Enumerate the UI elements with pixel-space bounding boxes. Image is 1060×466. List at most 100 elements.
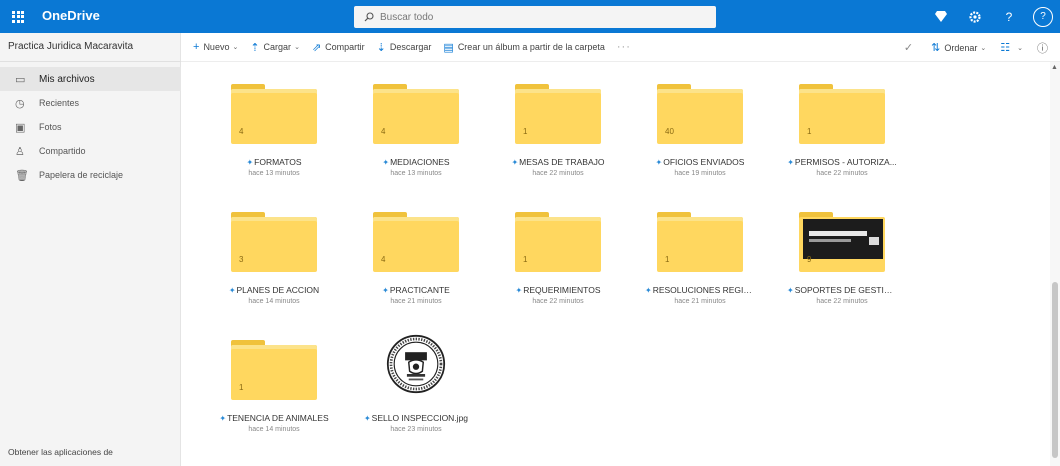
sidebar: Practica Juridica Macaravita ▭ Mis archi… [0, 33, 181, 466]
sort-button[interactable]: ⇅ Ordenar ⌄ [931, 41, 986, 54]
get-apps-link[interactable]: Obtener las aplicaciones de [8, 447, 148, 458]
premium-diamond-button[interactable] [924, 0, 958, 33]
share-label: Compartir [325, 42, 365, 52]
folder-icon: 4 [373, 212, 459, 272]
more-options-button[interactable]: ··· [617, 41, 631, 53]
tile-name[interactable]: ✦RESOLUCIONES REGIST... [645, 285, 755, 295]
search-placeholder: Buscar todo [380, 11, 434, 23]
folder-tile[interactable]: 1 ✦REQUERIMIENTOS hace 22 minutos [503, 212, 613, 312]
info-button[interactable]: ⓘ [1037, 40, 1052, 56]
folder-icon: 4 [373, 84, 459, 144]
share-button[interactable]: ⇗ Compartir [312, 41, 365, 54]
new-sparkle-icon: ✦ [645, 286, 652, 295]
folder-tile[interactable]: 9 ✦SOPORTES DE GESTION... hace 22 minuto… [787, 212, 897, 312]
app-launcher-button[interactable] [0, 0, 36, 33]
sidebar-item-label: Recientes [39, 98, 80, 108]
tile-name[interactable]: ✦REQUERIMIENTOS [503, 285, 613, 295]
avatar: ? [1033, 6, 1053, 27]
tile-modified-time: hace 22 minutos [816, 298, 868, 305]
tile-modified-time: hace 14 minutos [248, 298, 300, 305]
sidebar-item-photos[interactable]: ▣ Fotos [0, 115, 181, 139]
folder-tile[interactable]: 4 ✦FORMATOS hace 13 minutos [219, 84, 329, 184]
folder-tile[interactable]: 4 ✦MEDIACIONES hace 13 minutos [361, 84, 471, 184]
sidebar-item-recent[interactable]: ◷ Recientes [0, 91, 181, 115]
checkmark-icon: ✓ [903, 42, 914, 54]
item-count: 4 [381, 127, 386, 136]
chevron-down-icon: ⌄ [232, 44, 239, 51]
tile-modified-time: hace 22 minutos [532, 170, 584, 177]
folder-icon: 3 [231, 212, 317, 272]
divider [0, 61, 181, 62]
folder-tile[interactable]: 1 ✦MESAS DE TRABAJO hace 22 minutos [503, 84, 613, 184]
account-button[interactable]: ? [1026, 0, 1060, 33]
sidebar-item-label: Fotos [39, 122, 62, 132]
folder-tile[interactable]: 4 ✦PRACTICANTE hace 21 minutos [361, 212, 471, 312]
scroll-up-icon[interactable]: ▲ [1051, 64, 1058, 71]
info-icon: ⓘ [1037, 42, 1048, 55]
new-sparkle-icon: ✦ [787, 158, 794, 167]
tile-name[interactable]: ✦SELLO INSPECCION.jpg [361, 413, 471, 423]
create-album-button[interactable]: ▤ Crear un álbum a partir de la carpeta [443, 41, 604, 54]
download-button[interactable]: ⇣ Descargar [377, 41, 432, 54]
settings-button[interactable] [958, 0, 992, 33]
tile-name[interactable]: ✦OFICIOS ENVIADOS [645, 157, 755, 167]
sidebar-item-shared[interactable]: ♙ Compartido [0, 139, 181, 163]
new-sparkle-icon: ✦ [219, 414, 227, 423]
people-icon: ♙ [15, 145, 25, 158]
folder-tile[interactable]: 3 ✦PLANES DE ACCION hace 14 minutos [219, 212, 329, 312]
tile-name[interactable]: ✦MEDIACIONES [361, 157, 471, 167]
tile-name[interactable]: ✦PRACTICANTE [361, 285, 471, 295]
new-sparkle-icon: ✦ [515, 286, 523, 295]
item-count: 1 [523, 127, 528, 136]
tile-name[interactable]: ✦TENENCIA DE ANIMALES [219, 413, 329, 423]
clock-icon: ◷ [15, 97, 25, 110]
new-sparkle-icon: ✦ [382, 158, 390, 167]
download-icon: ⇣ [376, 41, 386, 54]
folder-tile[interactable]: 40 ✦OFICIOS ENVIADOS hace 19 minutos [645, 84, 755, 184]
tile-modified-time: hace 21 minutos [390, 298, 442, 305]
tile-name[interactable]: ✦SOPORTES DE GESTION... [787, 285, 897, 295]
item-count: 4 [239, 127, 244, 136]
sidebar-item-label: Compartido [39, 146, 86, 156]
upload-button[interactable]: ⇡ Cargar ⌄ [250, 41, 300, 54]
folder-tile[interactable]: 1 ✦PERMISOS - AUTORIZA... hace 22 minuto… [787, 84, 897, 184]
app-title[interactable]: OneDrive [42, 8, 100, 23]
sidebar-item-recycle-bin[interactable]: 🗑 Papelera de reciclaje [0, 163, 181, 187]
item-count: 1 [665, 255, 670, 264]
search-box[interactable]: Buscar todo [354, 6, 716, 28]
new-button[interactable]: + Nuevo ⌄ [193, 41, 238, 53]
album-icon: ▤ [443, 41, 454, 54]
waffle-icon [12, 10, 24, 23]
new-sparkle-icon: ✦ [246, 158, 254, 167]
seal-image-thumbnail [386, 334, 446, 394]
document-preview [803, 219, 883, 259]
search-icon [364, 12, 374, 22]
view-button[interactable]: ☷ ⌄ [1000, 41, 1023, 54]
create-album-label: Crear un álbum a partir de la carpeta [457, 42, 605, 52]
folder-tile[interactable]: 1 ✦TENENCIA DE ANIMALES hace 14 minutos [219, 340, 329, 440]
folder-tile[interactable]: 1 ✦RESOLUCIONES REGIST... hace 21 minuto… [645, 212, 755, 312]
new-label: Nuevo [203, 42, 230, 52]
tile-modified-time: hace 22 minutos [816, 170, 868, 177]
diamond-icon [935, 11, 947, 22]
tile-name[interactable]: ✦FORMATOS [219, 157, 329, 167]
tile-name[interactable]: ✦MESAS DE TRABAJO [503, 157, 613, 167]
tile-name[interactable]: ✦PLANES DE ACCION [219, 285, 329, 295]
tile-modified-time: hace 13 minutos [248, 170, 300, 177]
help-button[interactable]: ? [992, 0, 1026, 33]
scrollbar[interactable]: ▲ [1050, 62, 1060, 466]
share-icon: ⇗ [311, 41, 322, 54]
chevron-down-icon: ⌄ [294, 44, 300, 51]
sidebar-nav: ▭ Mis archivos ◷ Recientes ▣ Fotos ♙ Com… [0, 67, 181, 187]
sidebar-item-my-files[interactable]: ▭ Mis archivos [0, 67, 181, 91]
upload-icon: ⇡ [250, 41, 260, 54]
new-sparkle-icon: ✦ [787, 286, 794, 295]
tile-name[interactable]: ✦PERMISOS - AUTORIZA... [787, 157, 897, 167]
item-count: 3 [239, 255, 244, 264]
scroll-thumb[interactable] [1052, 282, 1058, 458]
sidebar-item-label: Mis archivos [39, 73, 95, 85]
select-all-button[interactable]: ✓ [904, 41, 917, 54]
tile-modified-time: hace 14 minutos [248, 426, 300, 433]
image-tile[interactable]: ✦SELLO INSPECCION.jpg hace 23 minutos [361, 334, 471, 434]
new-sparkle-icon: ✦ [655, 158, 663, 167]
